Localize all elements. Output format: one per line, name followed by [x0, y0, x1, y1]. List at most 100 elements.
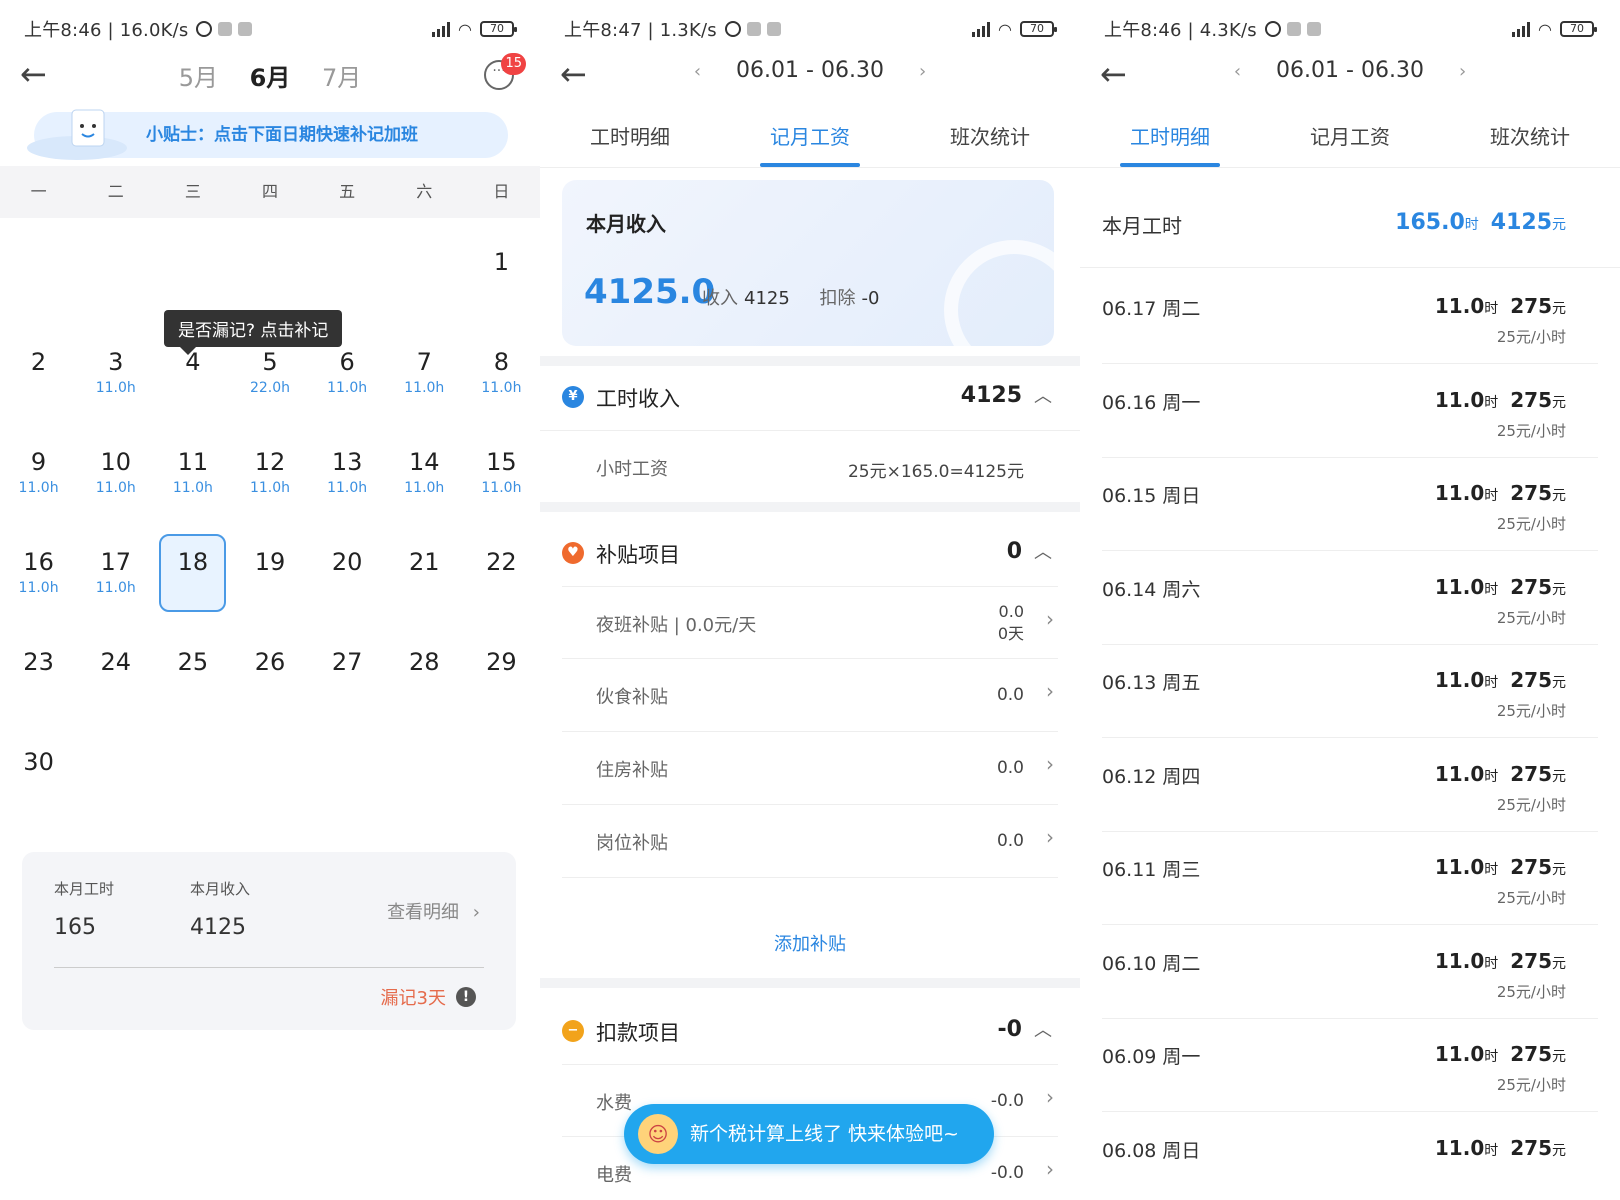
calendar-day[interactable]: 29 [463, 620, 540, 720]
row-label: 夜班补贴 | 0.0元/天 [596, 615, 757, 636]
day-number: 10 [100, 448, 131, 476]
tax-promo-toast[interactable]: ☺ 新个税计算上线了 快来体验吧~ [624, 1104, 994, 1164]
hours-unit: 时 [1484, 862, 1499, 878]
row-label: 岗位补贴 [596, 833, 668, 854]
calendar-day[interactable]: 24 [77, 620, 154, 720]
signal-icon [432, 21, 451, 37]
calendar-day[interactable]: 25 [154, 620, 231, 720]
day-row[interactable]: 06.15 周日 11.0时 275元 25元/小时 [1102, 455, 1598, 551]
calendar-day[interactable]: 1 [463, 220, 540, 320]
date-range-nav: ‹ 06.01 - 06.30 › [540, 58, 1080, 83]
day-row[interactable]: 06.09 周一 11.0时 275元 25元/小时 [1102, 1016, 1598, 1112]
notification-icon [1306, 22, 1321, 36]
day-row[interactable]: 06.16 周一 11.0时 275元 25元/小时 [1102, 362, 1598, 458]
day-hours: 22.0h [249, 380, 291, 396]
row-value: 0.0 [996, 758, 1024, 778]
calendar-day[interactable]: 16 11.0h [0, 520, 77, 620]
day-number: 26 [254, 648, 286, 676]
missed-days-link[interactable]: 漏记3天 ! [381, 984, 476, 1010]
tab-hours-detail[interactable]: 工时明细 [1080, 112, 1260, 167]
tab-shift-stats[interactable]: 班次统计 [1440, 112, 1620, 167]
day-row[interactable]: 06.08 周日 11.0时 275元 [1102, 1110, 1598, 1200]
add-allowance-button[interactable]: 添加补贴 [540, 930, 1080, 956]
hour-income-section[interactable]: ¥ 工时收入 4125 ︿ [540, 366, 1080, 430]
income-card-title: 本月收入 [586, 212, 666, 236]
calendar-day[interactable]: 8 11.0h [463, 320, 540, 420]
tab-monthly-wage[interactable]: 记月工资 [1260, 112, 1440, 167]
day-number: 21 [409, 548, 440, 576]
day-rate: 25元/小时 [1496, 1076, 1566, 1094]
calendar-day[interactable]: 17 11.0h [77, 520, 154, 620]
weekday-label: 四 [261, 182, 278, 201]
status-bar: 上午8:46 | 16.0K/s ◠ 70 [24, 14, 517, 44]
calendar-day[interactable]: 28 [386, 620, 463, 720]
day-date: 06.10 周二 [1102, 952, 1201, 975]
day-row[interactable]: 06.10 周二 11.0时 275元 25元/小时 [1102, 923, 1598, 1019]
day-number: 22 [486, 548, 517, 576]
calendar-day[interactable]: 30 [0, 720, 77, 820]
day-hours: 11.0 [1434, 294, 1485, 318]
calendar-day[interactable]: 23 [0, 620, 77, 720]
tab-monthly-wage[interactable]: 记月工资 [720, 112, 900, 167]
day-number: 12 [254, 448, 286, 476]
day-money: 275 [1510, 668, 1552, 692]
day-hours: 11.0h [327, 380, 368, 396]
calendar-empty-cell [386, 220, 463, 320]
allowance-row[interactable]: 住房补贴 0.0 › [562, 732, 1058, 805]
month-next[interactable]: 7月 [322, 64, 361, 92]
allowance-section[interactable]: ♥ 补贴项目 0 ︿ [540, 522, 1080, 586]
view-detail-link[interactable]: 查看明细 › [387, 898, 480, 924]
day-hours: 11.0 [1434, 574, 1485, 599]
day-row[interactable]: 06.11 周三 11.0时 275元 25元/小时 [1102, 829, 1598, 925]
month-prev[interactable]: 5月 [179, 64, 218, 92]
day-hours: 11.0 [1434, 1135, 1485, 1160]
calendar-day[interactable]: 13 11.0h [309, 420, 386, 520]
day-values: 11.0时 275元 [1435, 481, 1566, 505]
calendar-day[interactable]: 20 [309, 520, 386, 620]
calendar-day[interactable]: 26 [231, 620, 308, 720]
chevron-left-icon[interactable]: ‹ [1234, 61, 1241, 82]
missed-record-tooltip[interactable]: 是否漏记? 点击补记 [164, 310, 343, 355]
calendar-day[interactable]: 27 [309, 620, 386, 720]
calendar-day[interactable]: 7 11.0h [386, 320, 463, 420]
deduction-section[interactable]: − 扣款项目 -0 ︿ [540, 1000, 1080, 1064]
weekday-header: 一 二 三 四 五 六 日 [0, 166, 540, 218]
calendar-day[interactable]: 18 [154, 520, 231, 620]
hours-label: 本月工时 [54, 880, 115, 898]
day-values: 11.0时 275元 [1435, 1136, 1566, 1160]
calendar-day[interactable]: 12 11.0h [231, 420, 308, 520]
day-hours: 11.0 [1434, 1042, 1485, 1066]
calendar-day[interactable]: 11 11.0h [154, 420, 231, 520]
row-label: 伙食补贴 [596, 687, 668, 708]
calendar-day[interactable]: 14 11.0h [386, 420, 463, 520]
chevron-left-icon[interactable]: ‹ [694, 61, 701, 82]
tab-hours-detail[interactable]: 工时明细 [540, 112, 720, 167]
chevron-right-icon[interactable]: › [919, 61, 926, 82]
calendar-day[interactable]: 2 [0, 320, 77, 420]
day-number: 7 [416, 348, 432, 376]
calendar-empty-cell [309, 220, 386, 320]
calendar-day[interactable]: 22 [463, 520, 540, 620]
calendar-day[interactable]: 3 11.0h [77, 320, 154, 420]
allowance-row[interactable]: 伙食补贴 0.0 › [562, 659, 1058, 732]
calendar-day[interactable]: 15 11.0h [463, 420, 540, 520]
calendar-empty-cell [77, 720, 154, 820]
day-row[interactable]: 06.17 周二 11.0时 275元 25元/小时 [1102, 268, 1598, 364]
calendar-day[interactable]: 10 11.0h [77, 420, 154, 520]
hourly-wage-row: 小时工资 25元×165.0=4125元 [540, 430, 1080, 503]
calendar-day[interactable]: 9 11.0h [0, 420, 77, 520]
money-unit: 元 [1552, 488, 1566, 504]
tab-shift-stats[interactable]: 班次统计 [900, 112, 1080, 167]
allowance-row[interactable]: 岗位补贴 0.0 › [562, 805, 1058, 878]
calendar-week-row: 16 11.0h 17 11.0h 18 19 20 21 22 [0, 520, 540, 620]
allowance-row[interactable]: 夜班补贴 | 0.0元/天 0.0 0天 › [562, 586, 1058, 659]
calendar-day[interactable]: 19 [231, 520, 308, 620]
chevron-right-icon[interactable]: › [1459, 61, 1466, 82]
day-money: 275 [1510, 1042, 1552, 1066]
day-row[interactable]: 06.12 周四 11.0时 275元 25元/小时 [1102, 736, 1598, 832]
row-value: -0.0 [990, 1091, 1024, 1111]
day-row[interactable]: 06.13 周五 11.0时 275元 25元/小时 [1102, 642, 1598, 738]
calendar-day[interactable]: 21 [386, 520, 463, 620]
day-row[interactable]: 06.14 周六 11.0时 275元 25元/小时 [1102, 549, 1598, 645]
money-unit: 元 [1552, 217, 1566, 233]
